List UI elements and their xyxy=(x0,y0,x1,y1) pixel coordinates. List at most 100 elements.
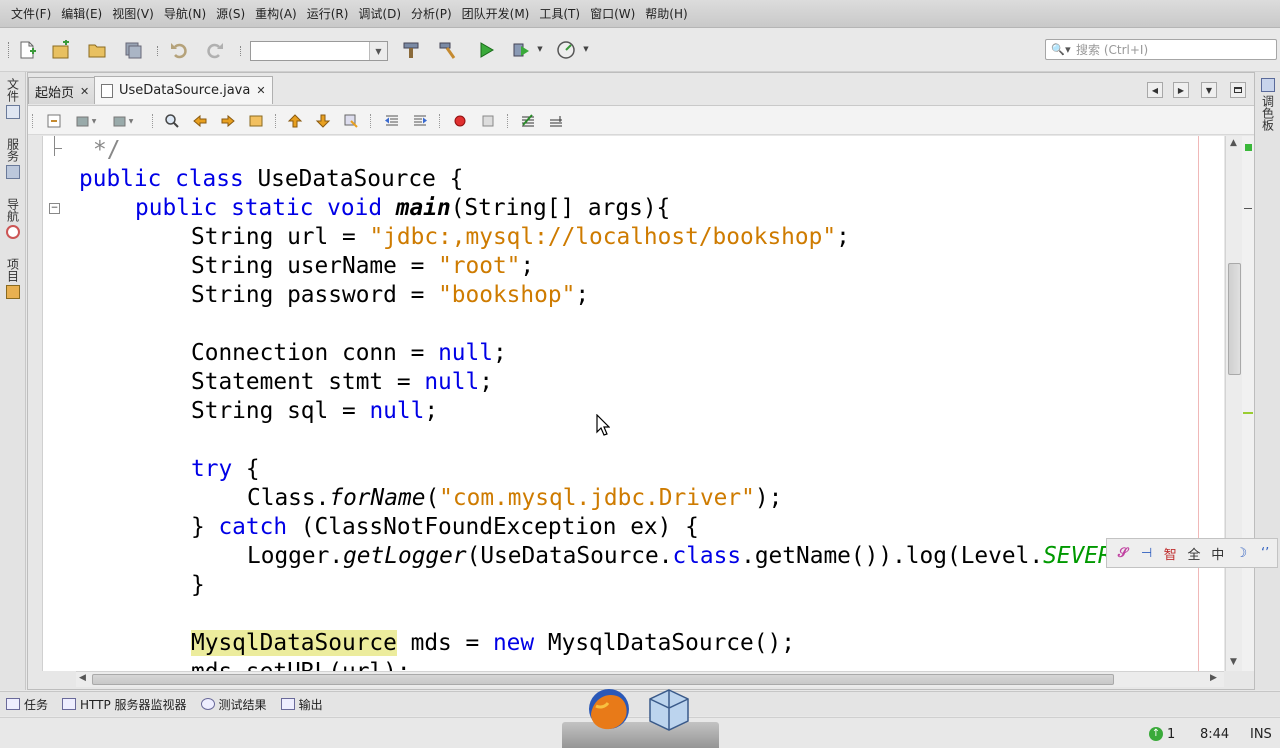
last-edit-icon xyxy=(47,114,61,128)
virtualbox-icon[interactable] xyxy=(646,688,692,732)
undo-button[interactable] xyxy=(168,39,190,61)
code-line: Statement stmt = null; xyxy=(191,369,493,395)
debug-button[interactable] xyxy=(510,39,532,61)
panel-tab-http-monitor[interactable]: HTTP 服务器监视器 xyxy=(62,696,187,713)
arrow-left-icon[interactable]: ◀ xyxy=(79,673,86,683)
toolbar-separator xyxy=(240,46,242,56)
arrow-down-icon[interactable]: ▼ xyxy=(1230,657,1237,667)
chevron-down-icon: ▼ xyxy=(1205,85,1213,95)
last-edit-button[interactable] xyxy=(45,112,63,130)
side-tab-files[interactable]: 文件 xyxy=(4,78,22,119)
ime-fullwidth-button[interactable]: 全 xyxy=(1182,544,1206,563)
open-project-button[interactable] xyxy=(86,39,108,61)
show-opened-documents-button[interactable]: ▼ xyxy=(1201,82,1217,98)
code-line: public static void main(String[] args){ xyxy=(135,195,671,221)
mouse-cursor-icon xyxy=(596,414,610,436)
menu-view[interactable]: 视图(V) xyxy=(107,5,159,22)
comment-button[interactable] xyxy=(519,112,537,130)
maximize-window-button[interactable] xyxy=(1230,82,1246,98)
close-icon[interactable]: ✕ xyxy=(256,84,265,97)
tab-label: 起始页 xyxy=(35,85,75,101)
menu-help[interactable]: 帮助(H) xyxy=(640,5,692,22)
menu-file[interactable]: 文件(F) xyxy=(6,5,56,22)
menu-window[interactable]: 窗口(W) xyxy=(585,5,640,22)
find-selection-button[interactable] xyxy=(163,112,181,130)
horizontal-scrollbar[interactable]: ◀ ▶ xyxy=(76,671,1224,687)
menu-profile[interactable]: 分析(P) xyxy=(406,5,457,22)
warning-marker xyxy=(1243,412,1253,414)
previous-bookmark-button[interactable] xyxy=(286,112,304,130)
new-file-button[interactable] xyxy=(16,39,38,61)
panel-tab-output[interactable]: 输出 xyxy=(280,696,323,713)
new-project-icon xyxy=(52,40,69,59)
configuration-select[interactable]: ▼ xyxy=(250,41,388,61)
horizontal-scroll-thumb[interactable] xyxy=(92,674,1114,685)
chevron-down-icon[interactable]: ▼ xyxy=(127,112,135,130)
error-stripe[interactable] xyxy=(1242,136,1254,671)
scroll-tabs-left-button[interactable]: ◀ xyxy=(1147,82,1163,98)
ime-chinese-button[interactable]: 中 xyxy=(1206,544,1230,563)
uncomment-button[interactable] xyxy=(547,112,565,130)
code-editor[interactable]: − */ public class UseDataSource { public… xyxy=(42,136,1224,671)
vertical-scroll-thumb[interactable] xyxy=(1228,263,1241,375)
redo-icon xyxy=(207,43,223,59)
menu-navigate[interactable]: 导航(N) xyxy=(159,5,211,22)
chevron-down-icon[interactable]: ▼ xyxy=(536,44,544,54)
open-folder-icon xyxy=(88,44,106,58)
side-tab-projects[interactable]: 项目 xyxy=(4,258,22,299)
shift-right-button[interactable] xyxy=(411,112,429,130)
toggle-highlight-search-button[interactable] xyxy=(247,112,265,130)
chevron-down-icon[interactable]: ▼ xyxy=(582,44,590,54)
run-button[interactable] xyxy=(475,39,497,61)
find-next-button[interactable] xyxy=(219,112,237,130)
editor-toolbar: ▼ ▼ xyxy=(28,105,1254,135)
shift-left-button[interactable] xyxy=(383,112,401,130)
next-bookmark-button[interactable] xyxy=(314,112,332,130)
menu-tools[interactable]: 工具(T) xyxy=(534,5,585,22)
side-tab-palette[interactable]: 调色板 xyxy=(1259,78,1277,131)
menu-debug[interactable]: 调试(D) xyxy=(353,5,406,22)
scroll-tabs-right-button[interactable]: ▶ xyxy=(1173,82,1189,98)
menu-refactor[interactable]: 重构(A) xyxy=(250,5,302,22)
menu-edit[interactable]: 编辑(E) xyxy=(56,5,107,22)
tab-start-page[interactable]: 起始页 ✕ xyxy=(28,77,97,104)
menu-run[interactable]: 运行(R) xyxy=(302,5,354,22)
taskbar-dock xyxy=(562,686,719,748)
toolbar-separator xyxy=(275,114,276,128)
build-button[interactable] xyxy=(400,39,422,61)
ime-logo-icon[interactable]: 𝒮 xyxy=(1111,546,1135,561)
menu-source[interactable]: 源(S) xyxy=(211,5,250,22)
profile-button[interactable] xyxy=(555,39,577,61)
arrow-right-icon[interactable]: ▶ xyxy=(1210,673,1217,683)
fold-guide-end xyxy=(54,148,62,149)
code-line: Logger.getLogger(UseDataSource.class.get… xyxy=(247,543,1126,569)
firefox-icon[interactable] xyxy=(586,686,632,732)
redo-button[interactable] xyxy=(204,39,226,61)
search-input[interactable]: 🔍▾ 搜索 (Ctrl+I) xyxy=(1045,39,1277,60)
stop-macro-recording-button[interactable] xyxy=(479,112,497,130)
arrow-up-icon[interactable]: ▲ xyxy=(1230,138,1237,148)
panel-tab-test-results[interactable]: 测试结果 xyxy=(200,696,267,713)
panel-tab-tasks[interactable]: 任务 xyxy=(6,696,48,713)
menu-team[interactable]: 团队开发(M) xyxy=(457,5,535,22)
fold-collapse-icon[interactable]: − xyxy=(49,203,60,214)
chevron-down-icon[interactable]: ▼ xyxy=(90,112,98,130)
save-all-button[interactable] xyxy=(122,39,144,61)
close-icon[interactable]: ✕ xyxy=(80,85,89,98)
ime-punctuation-icon[interactable]: ‘’ xyxy=(1253,546,1277,561)
forward-button[interactable] xyxy=(110,112,128,130)
ime-pin-icon[interactable]: ⊣ xyxy=(1135,546,1159,561)
ime-smart-button[interactable]: 智 xyxy=(1158,544,1182,563)
new-project-button[interactable] xyxy=(50,39,72,61)
side-tab-navigator[interactable]: 导航 xyxy=(4,198,22,239)
clean-build-button[interactable] xyxy=(436,39,458,61)
toggle-bookmark-button[interactable] xyxy=(342,112,360,130)
side-tab-services[interactable]: 服务 xyxy=(4,138,22,179)
notification-icon[interactable]: ↑ xyxy=(1149,727,1163,741)
ime-moon-icon[interactable]: ☽ xyxy=(1230,546,1254,561)
find-previous-button[interactable] xyxy=(191,112,209,130)
code-line: Class.forName("com.mysql.jdbc.Driver"); xyxy=(247,485,783,511)
vertical-scrollbar[interactable]: ▲ ▼ xyxy=(1225,136,1242,671)
start-macro-recording-button[interactable] xyxy=(451,112,469,130)
tab-usedatasource-java[interactable]: UseDataSource.java ✕ xyxy=(94,76,273,104)
